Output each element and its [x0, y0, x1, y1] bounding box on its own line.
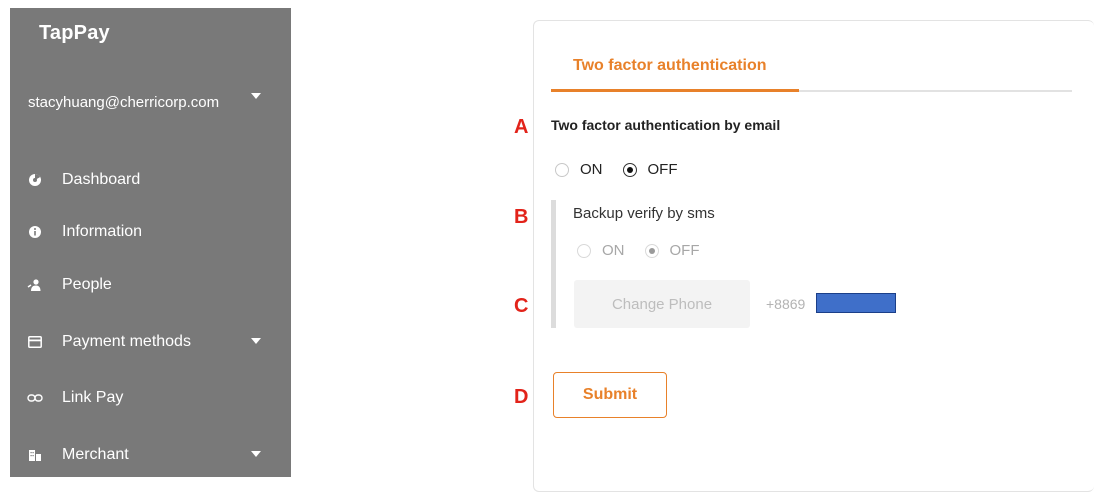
brand-logo: TapPay	[39, 22, 110, 44]
change-phone-button[interactable]: Change Phone	[574, 280, 750, 328]
sidebar-item-label: Merchant	[62, 446, 129, 463]
dashboard-icon	[26, 173, 44, 187]
card-icon	[26, 336, 44, 348]
chevron-down-icon[interactable]	[251, 338, 261, 344]
sidebar-item-people[interactable]: People	[10, 271, 291, 299]
radio-label-off: OFF	[647, 161, 678, 178]
backup-sms-title: Backup verify by sms	[573, 205, 715, 222]
account-email[interactable]: stacyhuang@cherricorp.com	[28, 90, 248, 115]
sidebar-item-label: Information	[62, 223, 143, 240]
phone-number-redaction	[816, 293, 896, 313]
annotation-marker-d: D	[514, 386, 529, 408]
people-icon	[26, 278, 44, 292]
phone-number-prefix: +8869	[766, 296, 806, 312]
backup-sms-radio-group: ON OFF	[577, 242, 720, 259]
sidebar: TapPay stacyhuang@cherricorp.com Dashboa…	[10, 8, 291, 477]
section-title-email-2fa: Two factor authentication by email	[551, 117, 781, 133]
annotation-marker-a: A	[514, 116, 529, 138]
sidebar-item-label: Link Pay	[62, 389, 124, 406]
sidebar-item-label: People	[62, 276, 112, 293]
radio-label-on: ON	[602, 242, 625, 259]
sidebar-item-link-pay[interactable]: Link Pay	[10, 384, 291, 412]
tab-two-factor-authentication[interactable]: Two factor authentication	[573, 57, 766, 75]
building-icon	[26, 448, 44, 462]
email-2fa-on-radio[interactable]	[555, 162, 569, 177]
email-2fa-off-radio[interactable]	[622, 162, 637, 177]
info-icon	[26, 225, 44, 239]
annotation-marker-c: C	[514, 295, 529, 317]
backup-sms-on-radio[interactable]	[577, 243, 591, 258]
sidebar-item-merchant[interactable]: Merchant	[10, 441, 291, 469]
radio-label-on: ON	[580, 161, 603, 178]
sidebar-item-payment-methods[interactable]: Payment methods	[10, 328, 291, 356]
sidebar-item-dashboard[interactable]: Dashboard	[10, 166, 291, 194]
sidebar-item-label: Dashboard	[62, 171, 141, 188]
sidebar-item-information[interactable]: Information	[10, 218, 291, 246]
submit-button[interactable]: Submit	[553, 372, 667, 418]
sidebar-item-label: Payment methods	[62, 333, 191, 350]
backup-section-bar	[551, 200, 556, 328]
chevron-down-icon[interactable]	[251, 451, 261, 457]
backup-sms-off-radio[interactable]	[644, 243, 659, 258]
link-icon	[26, 393, 44, 403]
tab-active-indicator	[551, 89, 799, 92]
email-2fa-radio-group: ON OFF	[555, 161, 698, 178]
account-dropdown-caret-icon[interactable]	[251, 93, 261, 99]
radio-label-off: OFF	[669, 242, 700, 259]
annotation-marker-b: B	[514, 206, 529, 228]
